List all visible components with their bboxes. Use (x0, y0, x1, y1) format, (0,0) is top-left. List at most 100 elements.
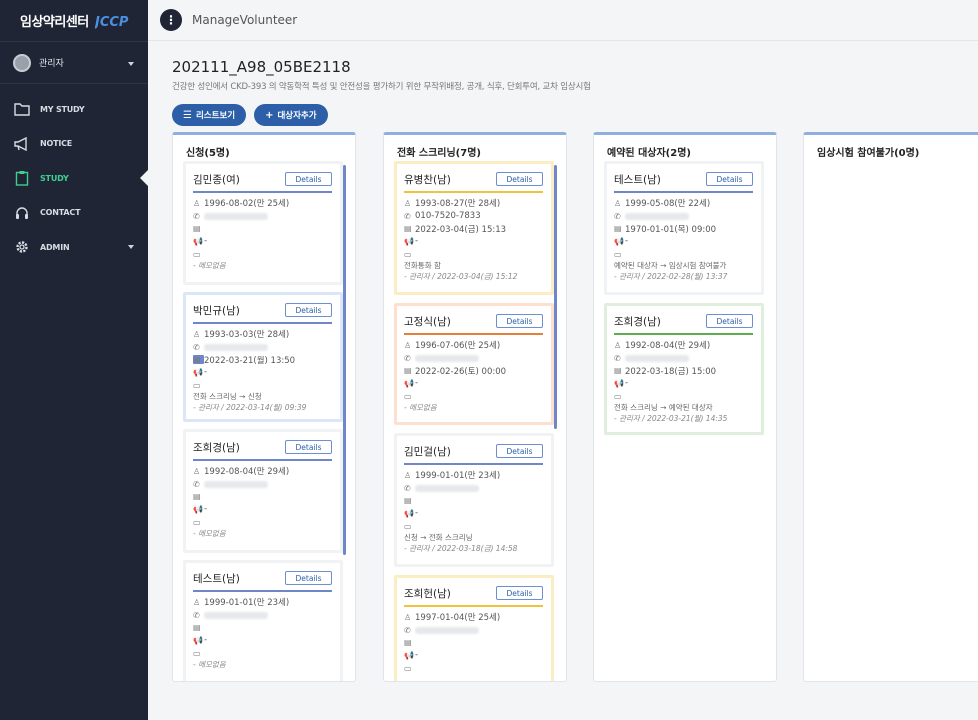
study-description: 건강한 성인에서 CKD-393 의 약동학적 특성 및 안전성을 평가하기 위… (172, 82, 591, 92)
phone-redacted (625, 212, 689, 220)
person-icon: ♙ (193, 329, 201, 339)
comment-icon: ▭ (193, 380, 201, 390)
kanban-board: 신청(5명) 김민종(여) Details ♙ 1996-08-02(만 25세)… (172, 132, 978, 720)
list-view-label: 리스트보기 (195, 111, 236, 121)
column-body: 김민종(여) Details ♙ 1996-08-02(만 25세) ✆ ▤ 📢 -… (183, 161, 343, 681)
phone-redacted (204, 480, 268, 488)
comment-icon: ▭ (193, 249, 201, 259)
channel: - (415, 236, 419, 247)
nav-item-contact[interactable]: CONTACT (0, 196, 148, 231)
details-button[interactable]: Details (496, 314, 543, 328)
main-content: 202111_A98_05BE2118 건강한 성인에서 CKD-393 의 약… (148, 41, 978, 720)
phone-icon: ✆ (193, 211, 200, 221)
volunteer-card[interactable]: 조희경(남) Details ♙ 1992-08-04(만 29세) ✆ ▤ 📢 -… (183, 429, 343, 553)
scrollbar[interactable] (554, 165, 557, 429)
volunteer-name: 테스트(남) (614, 173, 661, 186)
topbar: ⋮ ManageVolunteer (148, 0, 978, 41)
volunteer-card[interactable]: 조희경(남) Details ♙ 1992-08-04(만 29세) ✆ ▤ 202… (604, 303, 764, 435)
phone-redacted (204, 611, 268, 619)
column-title: 예약된 대상자(2명) (607, 148, 691, 159)
breadcrumb: ManageVolunteer (192, 13, 298, 27)
list-view-button[interactable]: ☰ 리스트보기 (172, 104, 247, 126)
column-body: 테스트(남) Details ♙ 1999-05-08(만 22세) ✆ ▤ 197… (604, 161, 764, 681)
nav-label-notice: NOTICE (40, 139, 73, 149)
details-button[interactable]: Details (706, 314, 753, 328)
gear-icon (14, 239, 30, 255)
volunteer-card[interactable]: 김민걸(남) Details ♙ 1999-01-01(만 23세) ✆ ▤ 📢 -… (394, 433, 554, 567)
card-divider (614, 333, 753, 335)
details-button[interactable]: Details (496, 444, 543, 458)
more-menu-button[interactable]: ⋮ (160, 9, 182, 31)
user-menu[interactable]: 관리자 (0, 42, 148, 84)
details-button[interactable]: Details (496, 172, 543, 186)
column-body: 유병찬(남) Details ♙ 1993-08-27(만 28세) ✆ 010-7… (394, 161, 554, 681)
details-button[interactable]: Details (285, 571, 332, 585)
nav-label-study: STUDY (40, 173, 69, 183)
calendar-icon: ▤ (404, 366, 412, 376)
card-divider (404, 191, 543, 193)
volunteer-card[interactable]: 고정식(남) Details ♙ 1996-07-06(만 25세) ✆ ▤ 202… (394, 303, 554, 425)
volunteer-card[interactable]: 유병찬(남) Details ♙ 1993-08-27(만 28세) ✆ 010-7… (394, 161, 554, 295)
action-buttons: ☰ 리스트보기 + 대상자추가 (172, 104, 978, 126)
comment-icon: ▭ (404, 249, 412, 259)
nav-item-notice[interactable]: NOTICE (0, 127, 148, 162)
brand[interactable]: 임상약리센터 JCCP (0, 0, 148, 42)
column-applied: 신청(5명) 김민종(여) Details ♙ 1996-08-02(만 25세)… (172, 132, 356, 682)
birth-date: 1996-07-06(만 25세) (415, 341, 501, 352)
megaphone-icon: 📢 (193, 504, 203, 514)
channel: - (415, 508, 419, 519)
calendar-icon: ▤ (193, 623, 201, 633)
details-button[interactable]: Details (285, 303, 332, 317)
phone-icon: ✆ (193, 342, 200, 352)
volunteer-name: 고정식(남) (404, 315, 451, 328)
comment-icon: ▭ (193, 648, 201, 658)
channel: - (415, 378, 419, 389)
nav-item-study[interactable]: STUDY (0, 161, 148, 196)
nav-item-my-study[interactable]: MY STUDY (0, 92, 148, 127)
volunteer-card[interactable]: 테스트(남) Details ♙ 1999-05-08(만 22세) ✆ ▤ 197… (604, 161, 764, 295)
phone-redacted (625, 354, 689, 362)
scrollbar[interactable] (343, 165, 346, 555)
calendar-icon: ▤ (404, 638, 412, 648)
phone-icon: ✆ (614, 211, 621, 221)
comment-icon: ▭ (404, 663, 412, 673)
chevron-down-icon (128, 245, 134, 249)
add-subject-button[interactable]: + 대상자추가 (254, 104, 328, 126)
megaphone-icon: 📢 (404, 378, 414, 388)
volunteer-name: 조희경(남) (193, 441, 240, 454)
volunteer-card[interactable]: 조희헌(남) Details ♙ 1997-01-04(만 25세) ✆ ▤ 📢 -… (394, 575, 554, 681)
volunteer-name: 김민걸(남) (404, 445, 451, 458)
clipboard-icon (14, 170, 30, 186)
column-title: 전화 스크리닝(7명) (397, 148, 481, 159)
volunteer-card[interactable]: 김민종(여) Details ♙ 1996-08-02(만 25세) ✆ ▤ 📢 -… (183, 161, 343, 285)
nav-label-admin: ADMIN (40, 242, 70, 252)
comment-icon: ▭ (614, 249, 622, 259)
details-button[interactable]: Details (706, 172, 753, 186)
sidebar: 임상약리센터 JCCP 관리자 MY STUDY NOTICE STUDY CO… (0, 0, 148, 720)
phone-redacted (204, 212, 268, 220)
details-button[interactable]: Details (285, 440, 332, 454)
nav-label-contact: CONTACT (40, 208, 81, 218)
card-divider (193, 322, 332, 324)
channel: - (204, 504, 208, 515)
nav-item-admin[interactable]: ADMIN (0, 230, 148, 265)
memo-note: - 메모없음 (404, 403, 437, 413)
megaphone-icon: 📢 (193, 236, 203, 246)
phone-redacted (415, 354, 479, 362)
channel: - (415, 650, 419, 661)
phone-redacted (415, 626, 479, 634)
details-button[interactable]: Details (285, 172, 332, 186)
card-divider (193, 590, 332, 592)
volunteer-card[interactable]: 박민규(남) Details ♙ 1993-03-03(만 28세) ✆ ▤ 202… (183, 292, 343, 422)
page-title: 202111_A98_05BE2118 (172, 58, 351, 76)
brand-logo-text: JCCP (95, 15, 129, 30)
card-divider (614, 191, 753, 193)
calendar-icon: ▤ (614, 224, 622, 234)
person-icon: ♙ (404, 612, 412, 622)
user-name: 관리자 (39, 59, 64, 69)
megaphone-icon: 📢 (614, 236, 624, 246)
megaphone-icon (14, 136, 30, 152)
card-divider (404, 463, 543, 465)
details-button[interactable]: Details (496, 586, 543, 600)
volunteer-card[interactable]: 테스트(남) Details ♙ 1999-01-01(만 23세) ✆ ▤ 📢 -… (183, 560, 343, 681)
